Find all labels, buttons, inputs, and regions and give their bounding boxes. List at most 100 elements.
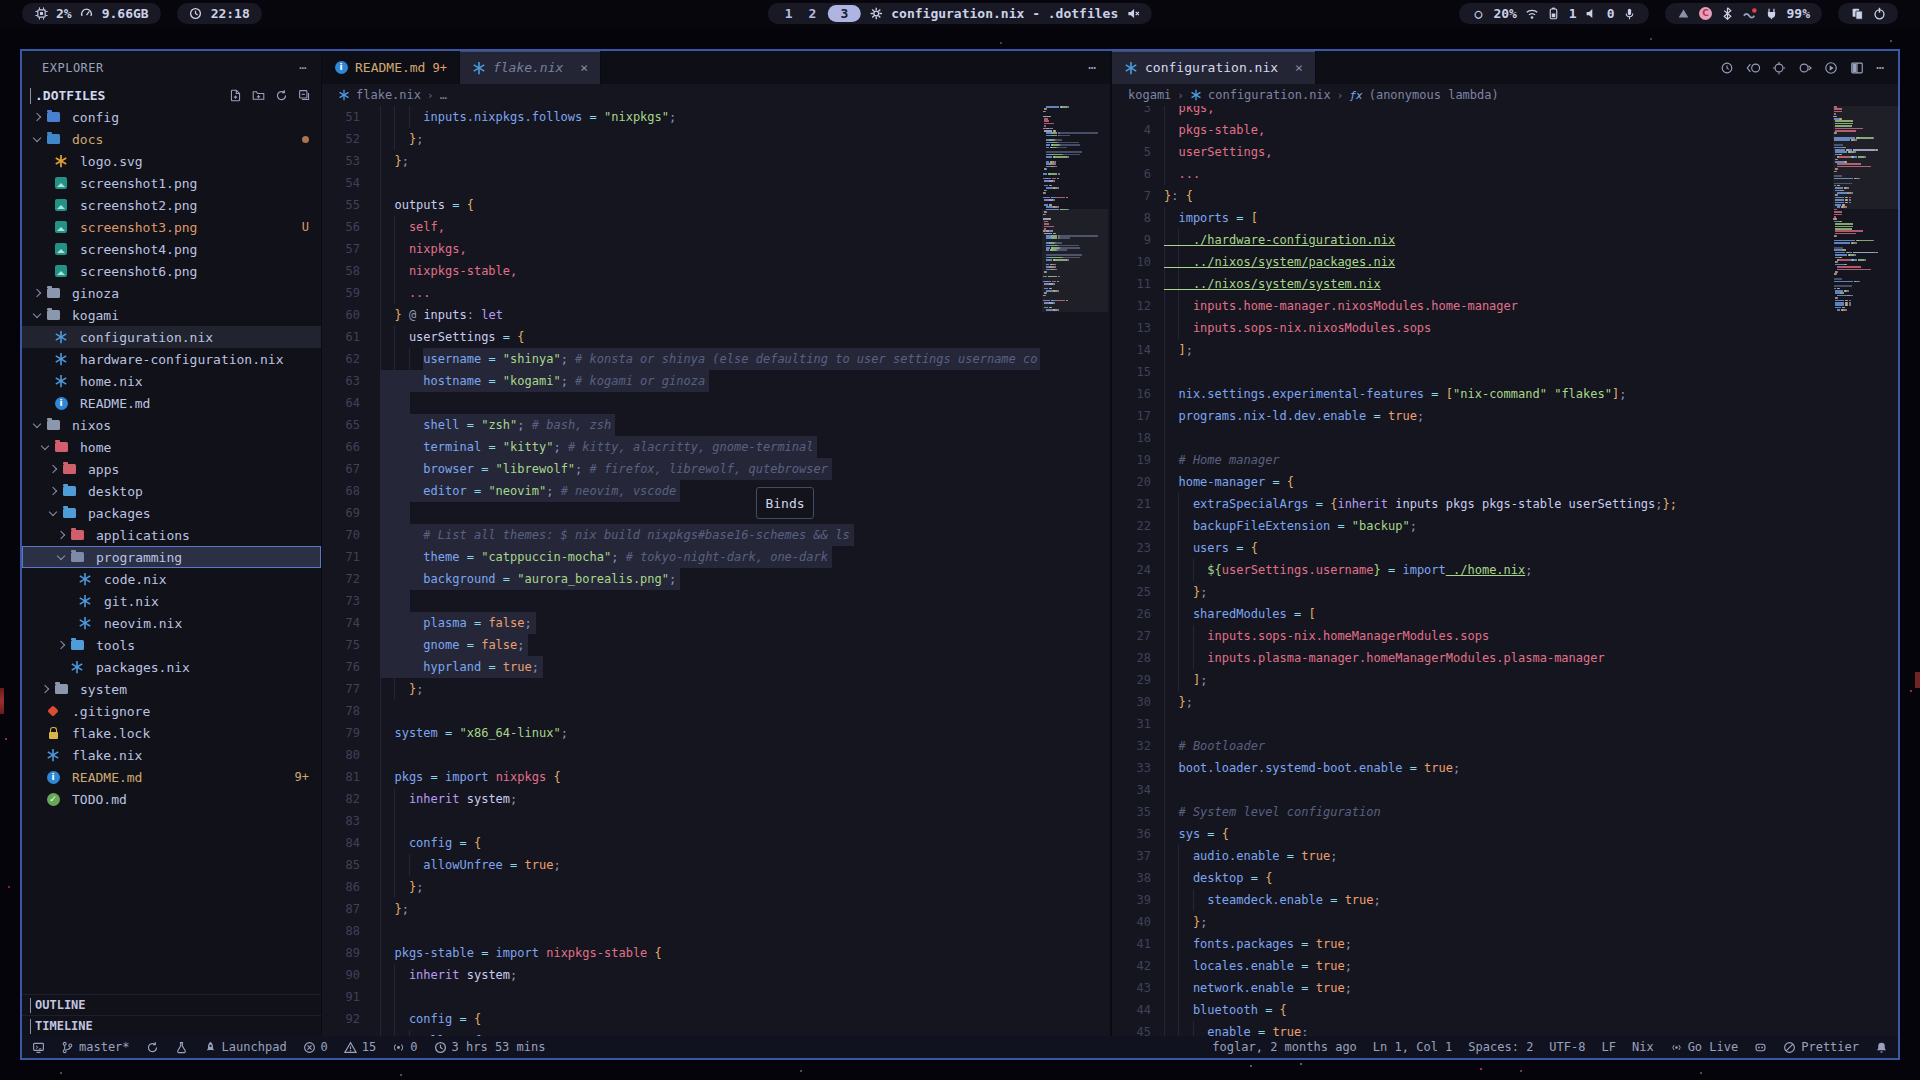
- tree-item[interactable]: tools: [22, 634, 321, 656]
- code-line[interactable]: 54: [322, 172, 1110, 194]
- tree-item[interactable]: packages.nix: [22, 656, 321, 678]
- code-line[interactable]: 30 };: [1112, 691, 1898, 713]
- code-line[interactable]: 25 };: [1112, 581, 1898, 603]
- code-line[interactable]: 44 bluetooth = {: [1112, 999, 1898, 1021]
- code-line[interactable]: 76 hyprland = true;: [322, 656, 1110, 678]
- status-item[interactable]: [146, 1041, 159, 1054]
- code-line[interactable]: 40 };: [1112, 911, 1898, 933]
- status-item[interactable]: [1754, 1041, 1767, 1054]
- tree-item[interactable]: kogami: [22, 304, 321, 326]
- minimap[interactable]: [1833, 106, 1899, 1036]
- tree-item[interactable]: neovim.nix: [22, 612, 321, 634]
- status-item[interactable]: [1875, 1041, 1888, 1054]
- code-line[interactable]: 73: [322, 590, 1110, 612]
- code-line[interactable]: 64: [322, 392, 1110, 414]
- tree-item[interactable]: flake.nix: [22, 744, 321, 766]
- code-line[interactable]: 90 inherit system;: [322, 964, 1110, 986]
- app-tray-icon[interactable]: C: [1699, 7, 1713, 21]
- status-item[interactable]: 15: [344, 1040, 376, 1054]
- editor-tab[interactable]: flake.nix×: [460, 51, 601, 84]
- code-line[interactable]: 9 ./hardware-configuration.nix: [1112, 229, 1898, 251]
- code-line[interactable]: 57 nixpkgs,: [322, 238, 1110, 260]
- code-line[interactable]: 78: [322, 700, 1110, 722]
- power-module[interactable]: [1838, 3, 1898, 24]
- code-line[interactable]: 69: [322, 502, 1110, 524]
- code-line[interactable]: 33 boot.loader.systemd-boot.enable = tru…: [1112, 757, 1898, 779]
- code-line[interactable]: 87 };: [322, 898, 1110, 920]
- code-line[interactable]: 28 inputs.plasma-manager.homeManagerModu…: [1112, 647, 1898, 669]
- clipboard-icon[interactable]: [1850, 7, 1864, 21]
- timeline-section[interactable]: TIMELINE: [22, 1015, 321, 1036]
- code-line[interactable]: 61 userSettings = {: [322, 326, 1110, 348]
- code-line[interactable]: 18: [1112, 427, 1898, 449]
- code-line[interactable]: 15: [1112, 361, 1898, 383]
- network-tray-icon[interactable]: [1677, 7, 1691, 21]
- tree-item[interactable]: ✓TODO.md: [22, 788, 321, 810]
- tree-item[interactable]: screenshot2.png: [22, 194, 321, 216]
- tree-item[interactable]: screenshot3.pngU: [22, 216, 321, 238]
- code-line[interactable]: 38 desktop = {: [1112, 867, 1898, 889]
- more-actions-icon[interactable]: ⋯: [1876, 60, 1884, 75]
- code-line[interactable]: 53 };: [322, 150, 1110, 172]
- code-line[interactable]: 14 ];: [1112, 339, 1898, 361]
- tree-item[interactable]: git.nix: [22, 590, 321, 612]
- code-line[interactable]: 63 hostname = "kogami"; # kogami or gino…: [322, 370, 1110, 392]
- code-line[interactable]: 26 sharedModules = [: [1112, 603, 1898, 625]
- code-line[interactable]: 23 users = {: [1112, 537, 1898, 559]
- code-line[interactable]: 85 allowUnfree = true;: [322, 854, 1110, 876]
- code-line[interactable]: 86 };: [322, 876, 1110, 898]
- tree-item[interactable]: screenshot6.png: [22, 260, 321, 282]
- code-line[interactable]: 60 } @ inputs: let: [322, 304, 1110, 326]
- kdeconnect-icon[interactable]: [1743, 7, 1757, 21]
- code-line[interactable]: 31: [1112, 713, 1898, 735]
- workspace-button[interactable]: 3: [827, 5, 861, 22]
- bluetooth-icon[interactable]: [1721, 7, 1735, 21]
- code-line[interactable]: 5 userSettings,: [1112, 141, 1898, 163]
- code-line[interactable]: 42 locales.enable = true;: [1112, 955, 1898, 977]
- status-item[interactable]: Launchpad: [204, 1040, 287, 1054]
- tree-item[interactable]: system: [22, 678, 321, 700]
- code-line[interactable]: 16 nix.settings.experimental-features = …: [1112, 383, 1898, 405]
- status-item[interactable]: 0: [303, 1040, 328, 1054]
- timeline-icon[interactable]: [1720, 61, 1734, 75]
- new-folder-button[interactable]: [252, 89, 265, 102]
- tree-item[interactable]: iREADME.md: [22, 392, 321, 414]
- tree-item[interactable]: hardware-configuration.nix: [22, 348, 321, 370]
- power-icon[interactable]: [1872, 7, 1886, 21]
- code-line[interactable]: 91: [322, 986, 1110, 1008]
- outline-icon[interactable]: [1772, 61, 1786, 75]
- status-item[interactable]: Prettier: [1783, 1040, 1859, 1054]
- tray-module[interactable]: C 99%: [1665, 3, 1822, 24]
- status-item[interactable]: UTF-8: [1549, 1040, 1585, 1054]
- code-line[interactable]: 36 sys = {: [1112, 823, 1898, 845]
- code-line[interactable]: 29 ];: [1112, 669, 1898, 691]
- breadcrumb-item[interactable]: (anonymous lambda): [1369, 88, 1499, 102]
- breadcrumb-item[interactable]: flake.nix: [356, 88, 421, 102]
- tree-item[interactable]: .gitignore: [22, 700, 321, 722]
- status-item[interactable]: LF: [1601, 1040, 1615, 1054]
- tree-item[interactable]: programming: [22, 546, 321, 568]
- code-area[interactable]: 3 pkgs,4 pkgs-stable,5 userSettings,6 ..…: [1112, 106, 1898, 1036]
- code-line[interactable]: 89 pkgs-stable = import nixpkgs-stable {: [322, 942, 1110, 964]
- close-tab-icon[interactable]: ×: [580, 60, 588, 75]
- code-line[interactable]: 19 # Home manager: [1112, 449, 1898, 471]
- code-line[interactable]: 52 };: [322, 128, 1110, 150]
- code-line[interactable]: 68 editor = "neovim"; # neovim, vscode: [322, 480, 1110, 502]
- tree-item[interactable]: iREADME.md9+: [22, 766, 321, 788]
- code-line[interactable]: 32 # Bootloader: [1112, 735, 1898, 757]
- code-line[interactable]: 41 fonts.packages = true;: [1112, 933, 1898, 955]
- explorer-more-icon[interactable]: ⋯: [299, 61, 307, 75]
- code-line[interactable]: 27 inputs.sops-nix.homeManagerModules.so…: [1112, 625, 1898, 647]
- tree-item[interactable]: flake.lock: [22, 722, 321, 744]
- refresh-explorer-button[interactable]: [275, 89, 288, 102]
- code-line[interactable]: 12 inputs.home-manager.nixosModules.home…: [1112, 295, 1898, 317]
- code-line[interactable]: 43 network.enable = true;: [1112, 977, 1898, 999]
- outline-section[interactable]: OUTLINE: [22, 994, 321, 1015]
- status-item[interactable]: 3 hrs 53 mins: [434, 1040, 546, 1054]
- code-line[interactable]: 24 ${userSettings.username} = import ./h…: [1112, 559, 1898, 581]
- status-item[interactable]: [32, 1041, 45, 1054]
- code-line[interactable]: 51 inputs.nixpkgs.follows = "nixpkgs";: [322, 106, 1110, 128]
- split-editor-icon[interactable]: [1850, 61, 1864, 75]
- code-line[interactable]: 3 pkgs,: [1112, 106, 1898, 119]
- breadcrumb-item[interactable]: configuration.nix: [1208, 88, 1331, 102]
